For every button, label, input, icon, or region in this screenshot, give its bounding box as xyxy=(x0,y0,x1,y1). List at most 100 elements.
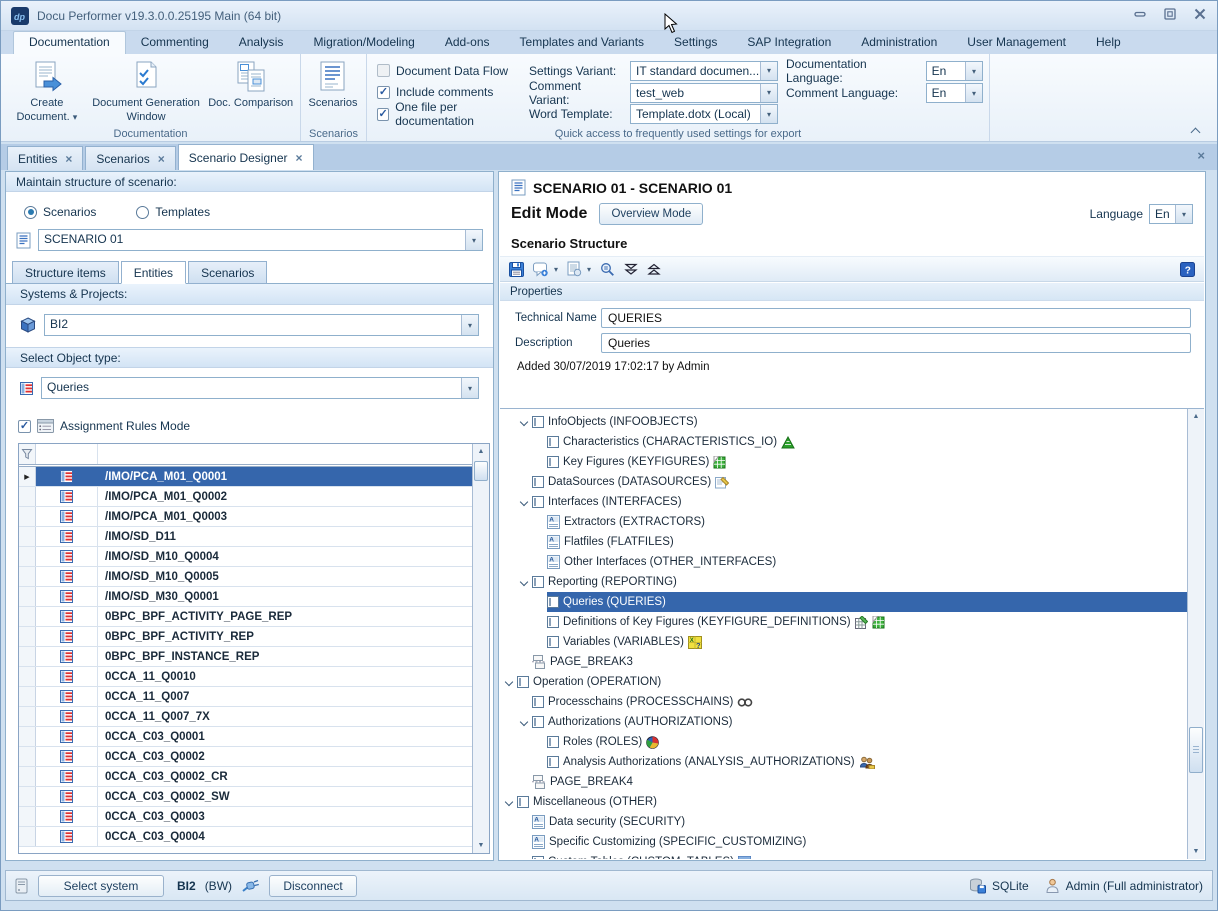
help-icon[interactable]: ? xyxy=(1180,262,1195,277)
description-field[interactable] xyxy=(601,333,1191,353)
scroll-up-icon[interactable]: ▲ xyxy=(1188,409,1204,424)
tree-checkbox[interactable] xyxy=(547,636,559,648)
tree-checkbox[interactable] xyxy=(547,736,559,748)
tree-item-custom-tables-custom-tables[interactable]: Custom Tables (CUSTOM_TABLES) xyxy=(500,852,1187,859)
doc-comparison-button[interactable]: Doc. Comparison xyxy=(203,57,298,125)
tree-checkbox[interactable] xyxy=(547,616,559,628)
table-filter-row[interactable] xyxy=(19,444,472,467)
menu-tab-commenting[interactable]: Commenting xyxy=(126,31,224,54)
document-generation-window-button[interactable]: Document Generation Window xyxy=(89,57,204,125)
add-comment-icon[interactable] xyxy=(533,262,549,277)
disconnect-button[interactable]: Disconnect xyxy=(269,875,357,897)
minimize-icon[interactable] xyxy=(1133,7,1147,21)
chevron-down-icon[interactable]: ▾ xyxy=(760,62,777,80)
tree-item-other-interfaces-other-interfaces[interactable]: AOther Interfaces (OTHER_INTERFACES) xyxy=(500,552,1187,572)
scroll-down-icon[interactable]: ▼ xyxy=(473,838,489,853)
assignment-rules-mode-row[interactable]: ✓ Assignment Rules Mode xyxy=(6,410,493,435)
table-row[interactable]: 0CCA_C03_Q0002_CR xyxy=(19,767,472,787)
radio-templates[interactable]: Templates xyxy=(136,205,210,219)
combo-comment-language[interactable]: En▾ xyxy=(926,83,983,103)
scroll-down-icon[interactable]: ▼ xyxy=(1188,844,1204,859)
chevron-down-icon[interactable]: ▾ xyxy=(554,265,558,274)
menu-tab-help[interactable]: Help xyxy=(1081,31,1136,54)
tree-item-key-figures-keyfigures[interactable]: Key Figures (KEYFIGURES) xyxy=(500,452,1187,472)
table-row[interactable]: 0CCA_C03_Q0004 xyxy=(19,827,472,847)
tree-item-roles-roles[interactable]: Roles (ROLES) xyxy=(500,732,1187,752)
table-row[interactable]: /IMO/SD_M10_Q0005 xyxy=(19,567,472,587)
table-row[interactable]: 0CCA_C03_Q0003 xyxy=(19,807,472,827)
menu-tab-settings[interactable]: Settings xyxy=(659,31,732,54)
tree-checkbox[interactable] xyxy=(547,596,559,608)
restore-icon[interactable] xyxy=(1163,7,1177,21)
assignment-rules-checkbox[interactable]: ✓ xyxy=(18,420,31,433)
checkbox-icon[interactable]: ✓ xyxy=(377,108,389,121)
tree-item-variables-variables[interactable]: Variables (VARIABLES)X? xyxy=(500,632,1187,652)
language-select[interactable]: En ▾ xyxy=(1149,204,1193,224)
table-row[interactable]: 0BPC_BPF_INSTANCE_REP xyxy=(19,647,472,667)
scenarios-button[interactable]: Scenarios xyxy=(301,57,365,125)
tab-structure-items[interactable]: Structure items xyxy=(12,261,119,284)
filter-cell-name[interactable] xyxy=(98,444,472,464)
collapse-ribbon-icon[interactable] xyxy=(1191,128,1201,135)
chevron-down-icon[interactable]: ▾ xyxy=(760,84,777,102)
tree-item-page-break4[interactable]: PAGE_BREAK4 xyxy=(500,772,1187,792)
tree-checkbox[interactable] xyxy=(532,696,544,708)
radio-scenarios[interactable]: Scenarios xyxy=(24,205,96,219)
tab-close-icon[interactable]: × xyxy=(295,151,302,165)
create-document-button[interactable]: Create Document. ▾ xyxy=(5,57,89,125)
tree-item-characteristics-characteristics-io[interactable]: Characteristics (CHARACTERISTICS_IO) xyxy=(500,432,1187,452)
search-icon[interactable] xyxy=(600,262,615,277)
menu-tab-add-ons[interactable]: Add-ons xyxy=(430,31,505,54)
filter-cell-icon[interactable] xyxy=(36,444,98,464)
tree-checkbox[interactable] xyxy=(517,676,529,688)
ribbon-option-document-data-flow[interactable]: Document Data Flow xyxy=(377,60,529,82)
tree-item-infoobjects-infoobjects[interactable]: InfoObjects (INFOOBJECTS) xyxy=(500,412,1187,432)
overview-mode-button[interactable]: Overview Mode xyxy=(599,203,703,225)
tree-item-specific-customizing-specific-customizing[interactable]: ASpecific Customizing (SPECIFIC_CUSTOMIZ… xyxy=(500,832,1187,852)
tree-checkbox[interactable] xyxy=(547,456,559,468)
menu-tab-user-management[interactable]: User Management xyxy=(952,31,1081,54)
expander-icon[interactable] xyxy=(519,712,532,732)
chevron-down-icon[interactable]: ▾ xyxy=(760,105,777,123)
collapse-all-icon[interactable] xyxy=(647,262,661,277)
table-row[interactable]: 0CCA_C03_Q0001 xyxy=(19,727,472,747)
tabstrip-close-icon[interactable]: × xyxy=(1197,148,1205,163)
tree-item-page-break3[interactable]: PAGE_BREAK3 xyxy=(500,652,1187,672)
table-row[interactable]: 0BPC_BPF_ACTIVITY_PAGE_REP xyxy=(19,607,472,627)
checkbox-icon[interactable] xyxy=(377,64,390,77)
technical-name-field[interactable] xyxy=(601,308,1191,328)
tree-item-miscellaneous-other[interactable]: Miscellaneous (OTHER) xyxy=(500,792,1187,812)
table-row[interactable]: 0CCA_11_Q007 xyxy=(19,687,472,707)
table-row[interactable]: 0CCA_11_Q0010 xyxy=(19,667,472,687)
save-icon[interactable] xyxy=(509,262,524,277)
tree-item-queries-queries[interactable]: Queries (QUERIES) xyxy=(500,592,1187,612)
tree-item-extractors-extractors[interactable]: AExtractors (EXTRACTORS) xyxy=(500,512,1187,532)
system-select[interactable]: BI2 ▾ xyxy=(44,314,479,336)
expander-icon[interactable] xyxy=(519,412,532,432)
tree-checkbox[interactable] xyxy=(532,496,544,508)
scroll-up-icon[interactable]: ▲ xyxy=(473,444,489,459)
chevron-down-icon[interactable]: ▾ xyxy=(965,62,982,80)
tree-item-reporting-reporting[interactable]: Reporting (REPORTING) xyxy=(500,572,1187,592)
chevron-down-icon[interactable]: ▾ xyxy=(1175,205,1192,223)
filter-funnel-icon[interactable] xyxy=(19,444,36,464)
table-scrollbar[interactable]: ▲ ▼ xyxy=(472,444,489,853)
doc-tab-entities[interactable]: Entities× xyxy=(7,146,83,170)
tab-close-icon[interactable]: × xyxy=(65,152,72,166)
tree-item-definitions-of-key-figures-keyfigure-definitions[interactable]: Definitions of Key Figures (KEYFIGURE_DE… xyxy=(500,612,1187,632)
table-row[interactable]: 0BPC_BPF_ACTIVITY_REP xyxy=(19,627,472,647)
menu-tab-documentation[interactable]: Documentation xyxy=(13,31,126,54)
tab-close-icon[interactable]: × xyxy=(158,152,165,166)
combo-documentation-language[interactable]: En▾ xyxy=(926,61,983,81)
chevron-down-icon[interactable]: ▾ xyxy=(965,84,982,102)
menu-tab-templates-and-variants[interactable]: Templates and Variants xyxy=(505,31,660,54)
tree-item-interfaces-interfaces[interactable]: Interfaces (INTERFACES) xyxy=(500,492,1187,512)
doc-tab-scenarios[interactable]: Scenarios× xyxy=(85,146,175,170)
doc-tab-scenario-designer[interactable]: Scenario Designer× xyxy=(178,144,314,170)
chevron-down-icon[interactable]: ▾ xyxy=(461,315,478,335)
scenario-select[interactable]: SCENARIO 01 ▾ xyxy=(38,229,483,251)
expander-icon[interactable] xyxy=(504,792,517,812)
table-row[interactable]: /IMO/PCA_M01_Q0003 xyxy=(19,507,472,527)
document-options-icon[interactable] xyxy=(567,261,582,277)
chevron-down-icon[interactable]: ▾ xyxy=(465,230,482,250)
